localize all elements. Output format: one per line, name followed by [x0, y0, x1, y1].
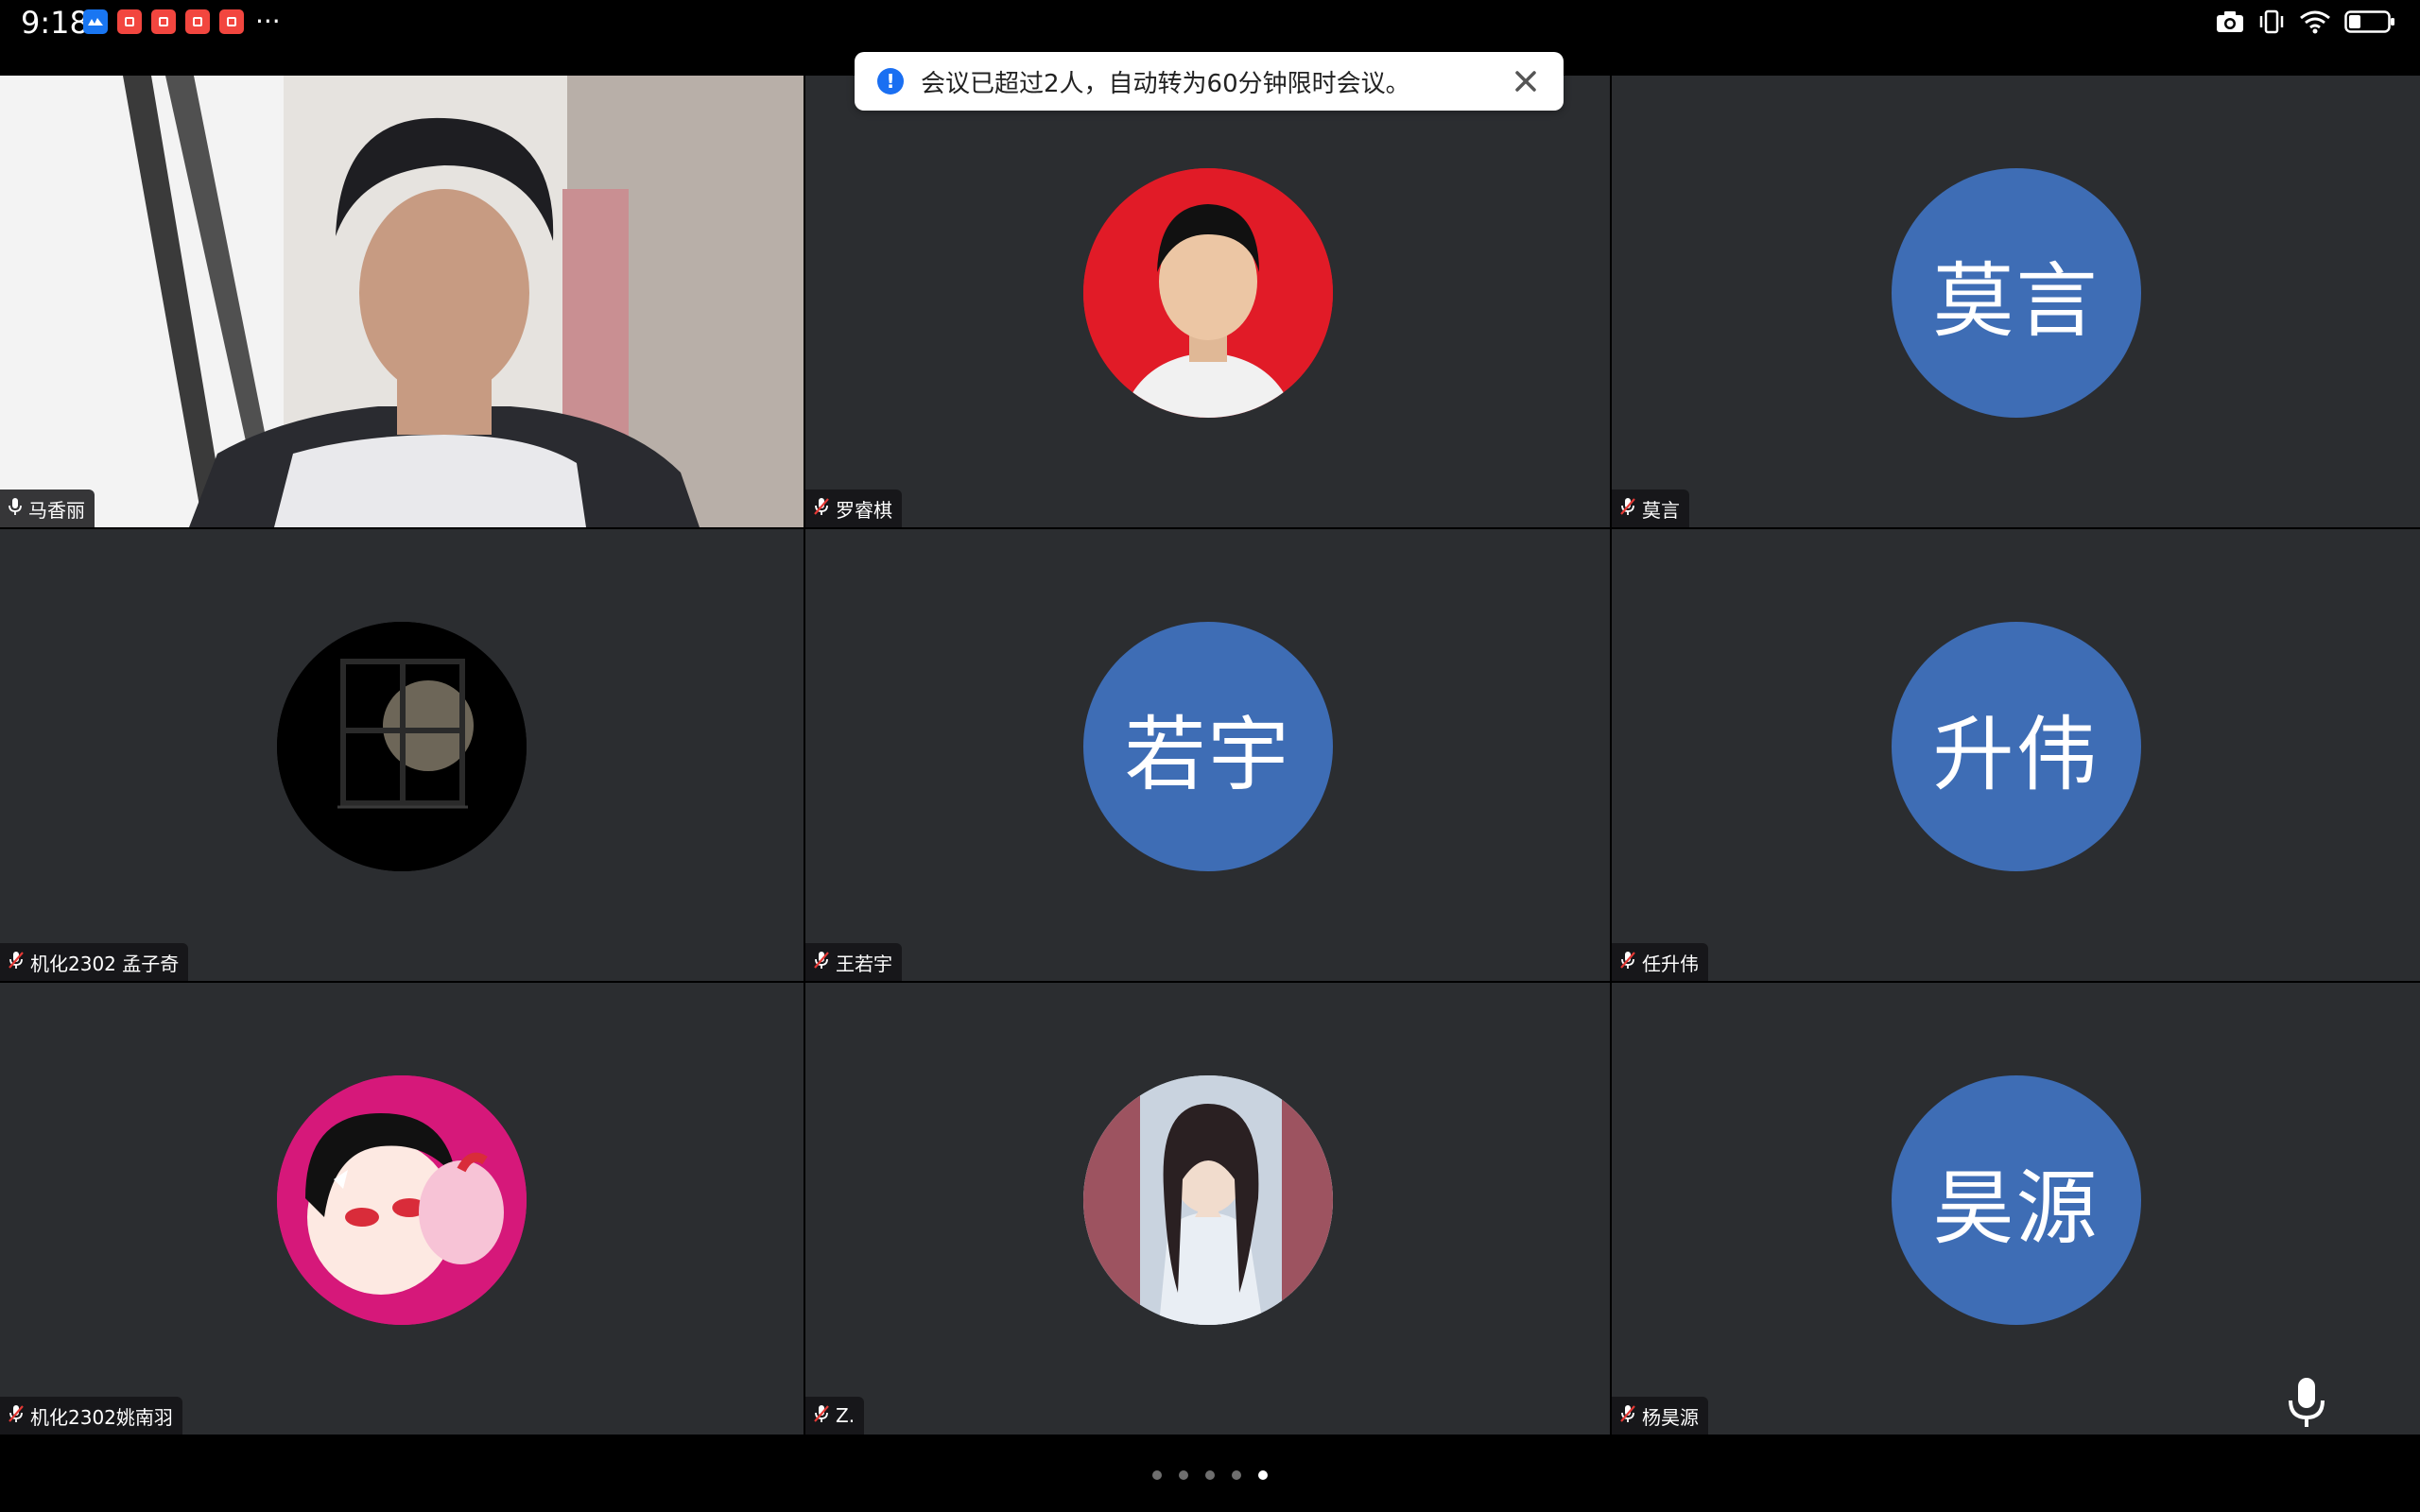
battery-icon	[2344, 9, 2395, 38]
close-icon[interactable]	[1511, 66, 1541, 96]
muted-microphone-icon	[1619, 497, 1636, 521]
participant-name: Z.	[836, 1404, 856, 1427]
participant-tile[interactable]: Z.	[805, 983, 1610, 1435]
participant-name-tag: 莫言	[1612, 490, 1689, 527]
participant-tile[interactable]: 机化2302 孟子奇	[0, 529, 804, 981]
participant-avatar: 升伟	[1891, 622, 2141, 871]
participant-tile[interactable]: 机化2302姚南羽	[0, 983, 804, 1435]
participant-name-tag: 杨昊源	[1612, 1397, 1708, 1435]
participant-grid: 马香丽 罗睿棋 莫言 莫言 机化2302 孟子奇 若宇 王若宇 升伟 任升伟 机…	[0, 76, 2420, 1436]
red-app-icon	[151, 9, 176, 34]
participant-tile[interactable]: 莫言 莫言	[1612, 76, 2420, 527]
participant-tile[interactable]: 马香丽	[0, 76, 804, 527]
participant-name-tag: 任升伟	[1612, 943, 1708, 981]
participant-name: 机化2302姚南羽	[30, 1405, 173, 1429]
vibrate-icon	[2257, 9, 2286, 38]
avatar-photo	[277, 1075, 527, 1325]
camera-icon	[2216, 9, 2244, 38]
toast-message: 会议已超过2人，自动转为60分钟限时会议。	[921, 69, 1410, 98]
participant-avatar	[277, 1075, 527, 1325]
meeting-time-limit-toast: ! 会议已超过2人，自动转为60分钟限时会议。	[855, 52, 1564, 111]
avatar-photo	[1082, 168, 1333, 418]
participant-name: 罗睿棋	[836, 498, 892, 522]
participant-name-tag: 马香丽	[0, 490, 95, 527]
muted-microphone-icon	[1619, 951, 1636, 974]
participant-name-tag: 机化2302 孟子奇	[0, 943, 189, 981]
red-app-icon	[117, 9, 142, 34]
page-dot[interactable]	[1205, 1470, 1215, 1480]
participant-name: 马香丽	[28, 498, 85, 522]
participant-name-tag: 罗睿棋	[805, 490, 902, 527]
participant-avatar	[277, 622, 527, 871]
participant-name: 杨昊源	[1642, 1405, 1699, 1429]
muted-microphone-icon	[8, 1404, 25, 1428]
camera-video	[0, 76, 804, 527]
participant-avatar: 昊源	[1891, 1075, 2141, 1325]
info-icon: !	[877, 68, 904, 94]
avatar-photo	[277, 622, 527, 871]
participant-tile[interactable]: 升伟 任升伟	[1612, 529, 2420, 981]
participant-name: 莫言	[1642, 498, 1680, 522]
muted-microphone-icon	[813, 497, 830, 521]
cloud-app-icon	[83, 9, 108, 34]
red-app-icon	[219, 9, 244, 34]
muted-microphone-icon	[813, 1404, 830, 1428]
participant-name-tag: 王若宇	[805, 943, 902, 981]
microphone-icon	[8, 497, 23, 521]
participant-avatar: 若宇	[1082, 622, 1333, 871]
page-dot[interactable]	[1232, 1470, 1241, 1480]
participant-name-tag: Z.	[805, 1397, 865, 1435]
participant-name: 任升伟	[1642, 952, 1699, 975]
wifi-icon	[2299, 9, 2331, 38]
muted-microphone-icon	[8, 951, 25, 974]
muted-microphone-icon	[1619, 1404, 1636, 1428]
participant-tile[interactable]: 罗睿棋	[805, 76, 1610, 527]
notification-icons: ···	[83, 6, 281, 37]
microphone-button[interactable]	[2269, 1365, 2344, 1440]
participant-name-tag: 机化2302姚南羽	[0, 1397, 182, 1435]
participant-name: 机化2302 孟子奇	[30, 952, 180, 975]
participant-tile[interactable]: 若宇 王若宇	[805, 529, 1610, 981]
page-dot[interactable]	[1179, 1470, 1188, 1480]
muted-microphone-icon	[813, 951, 830, 974]
participant-avatar	[1082, 168, 1333, 418]
microphone-icon	[2289, 1378, 2325, 1427]
page-dot[interactable]	[1152, 1470, 1162, 1480]
participant-name: 王若宇	[836, 952, 892, 975]
status-time: 9:18	[21, 5, 89, 41]
participant-avatar	[1082, 1075, 1333, 1325]
avatar-photo	[1082, 1075, 1333, 1325]
participant-avatar: 莫言	[1891, 168, 2141, 418]
page-indicator	[0, 1470, 2420, 1480]
red-app-icon	[185, 9, 210, 34]
more-notifications: ···	[255, 6, 281, 37]
page-dot-active[interactable]	[1258, 1470, 1268, 1480]
camera-video-frame	[0, 76, 804, 527]
status-right-icons	[2216, 9, 2395, 38]
